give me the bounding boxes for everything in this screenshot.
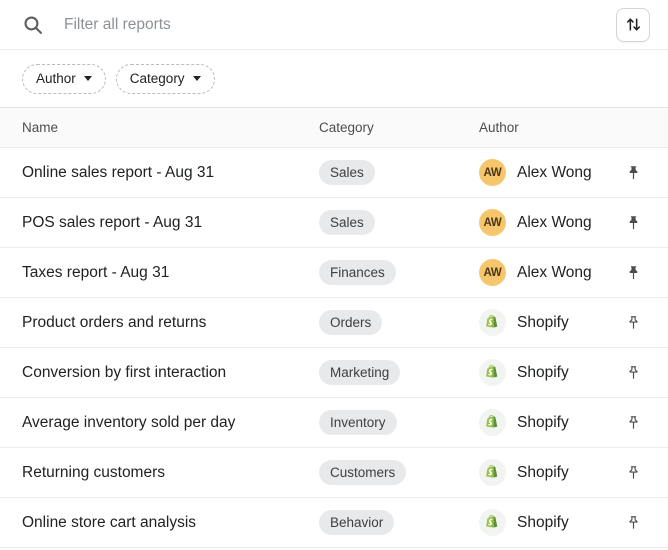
sort-ascending-descending-icon: [625, 16, 642, 33]
author-name: Shopify: [517, 514, 569, 532]
pin-outline-icon[interactable]: [620, 460, 646, 486]
report-category-cell: Marketing: [319, 360, 479, 385]
author-name: Alex Wong: [517, 164, 592, 182]
report-category-cell: Sales: [319, 160, 479, 185]
report-name: Online store cart analysis: [22, 514, 319, 532]
report-name: Average inventory sold per day: [22, 414, 319, 432]
author-name: Shopify: [517, 414, 569, 432]
report-category-cell: Sales: [319, 210, 479, 235]
category-badge: Customers: [319, 460, 406, 485]
table-row[interactable]: Conversion by first interactionMarketing…: [0, 348, 668, 398]
pin-filled-icon[interactable]: [620, 160, 646, 186]
sort-button[interactable]: [616, 8, 650, 42]
reports-table: Name Category Author Online sales report…: [0, 107, 668, 550]
report-author-cell: Shopify: [479, 359, 612, 386]
table-row[interactable]: Online sales report - Aug 31Sales AW Alex …: [0, 148, 668, 198]
author-name: Alex Wong: [517, 264, 592, 282]
report-name: Taxes report - Aug 31: [22, 264, 319, 282]
column-header-name[interactable]: Name: [22, 121, 319, 135]
report-pin-cell: [612, 510, 646, 536]
report-author-cell: AW Alex Wong: [479, 259, 612, 286]
filter-pill-author-label: Author: [36, 72, 76, 86]
category-badge: Marketing: [319, 360, 400, 385]
report-author-cell: AW Alex Wong: [479, 159, 612, 186]
pin-filled-icon[interactable]: [620, 260, 646, 286]
filter-pill-category[interactable]: Category: [116, 64, 215, 94]
report-category-cell: Behavior: [319, 510, 479, 535]
report-pin-cell: [612, 160, 646, 186]
report-pin-cell: [612, 460, 646, 486]
table-row[interactable]: Returning customersCustomers Shopify: [0, 448, 668, 498]
column-header-category[interactable]: Category: [319, 121, 479, 135]
table-row[interactable]: Average inventory sold per dayInventory S…: [0, 398, 668, 448]
filter-pill-author[interactable]: Author: [22, 64, 106, 94]
author-name: Alex Wong: [517, 214, 592, 232]
table-row[interactable]: Taxes report - Aug 31Finances AW Alex Wong: [0, 248, 668, 298]
report-name: Online sales report - Aug 31: [22, 164, 319, 182]
report-name: POS sales report - Aug 31: [22, 214, 319, 232]
report-pin-cell: [612, 310, 646, 336]
shopify-logo-icon: [479, 359, 506, 386]
table-body: Online sales report - Aug 31SalesAWAlex …: [0, 148, 668, 550]
category-badge: Sales: [319, 210, 375, 235]
report-name: Conversion by first interaction: [22, 364, 319, 382]
report-author-cell: AW Alex Wong: [479, 209, 612, 236]
search-bar: [0, 0, 668, 50]
shopify-logo-icon: [479, 509, 506, 536]
table-row[interactable]: POS sales report - Aug 31Sales AW Alex Won…: [0, 198, 668, 248]
report-pin-cell: [612, 210, 646, 236]
category-badge: Orders: [319, 310, 382, 335]
pin-outline-icon[interactable]: [620, 510, 646, 536]
report-author-cell: Shopify: [479, 309, 612, 336]
avatar: AW: [479, 209, 506, 236]
pin-outline-icon[interactable]: [620, 360, 646, 386]
report-name: Returning customers: [22, 464, 319, 482]
author-name: Shopify: [517, 464, 569, 482]
chevron-down-icon: [193, 76, 201, 81]
search-input[interactable]: [64, 0, 616, 49]
report-author-cell: Shopify: [479, 509, 612, 536]
author-name: Shopify: [517, 314, 569, 332]
report-pin-cell: [612, 260, 646, 286]
table-row[interactable]: Online store cart analysisBehavior Shopif…: [0, 498, 668, 548]
report-category-cell: Inventory: [319, 410, 479, 435]
shopify-logo-icon: [479, 459, 506, 486]
search-icon: [22, 14, 44, 36]
category-badge: Inventory: [319, 410, 397, 435]
shopify-logo-icon: [479, 409, 506, 436]
report-pin-cell: [612, 360, 646, 386]
pin-filled-icon[interactable]: [620, 210, 646, 236]
avatar: AW: [479, 159, 506, 186]
report-category-cell: Finances: [319, 260, 479, 285]
report-category-cell: Customers: [319, 460, 479, 485]
author-name: Shopify: [517, 364, 569, 382]
reports-list-card: Author Category Name Category Author Onl…: [0, 0, 668, 550]
table-header-row: Name Category Author: [0, 108, 668, 148]
chevron-down-icon: [84, 76, 92, 81]
category-badge: Sales: [319, 160, 375, 185]
avatar: AW: [479, 259, 506, 286]
category-badge: Finances: [319, 260, 396, 285]
category-badge: Behavior: [319, 510, 394, 535]
pin-outline-icon[interactable]: [620, 310, 646, 336]
shopify-logo-icon: [479, 309, 506, 336]
report-pin-cell: [612, 410, 646, 436]
report-author-cell: Shopify: [479, 459, 612, 486]
report-author-cell: Shopify: [479, 409, 612, 436]
filter-pill-row: Author Category: [0, 50, 668, 107]
report-category-cell: Orders: [319, 310, 479, 335]
column-header-author[interactable]: Author: [479, 121, 612, 135]
report-name: Product orders and returns: [22, 314, 319, 332]
pin-outline-icon[interactable]: [620, 410, 646, 436]
table-row[interactable]: Product orders and returnsOrders Shopify: [0, 298, 668, 348]
filter-pill-category-label: Category: [130, 72, 185, 86]
